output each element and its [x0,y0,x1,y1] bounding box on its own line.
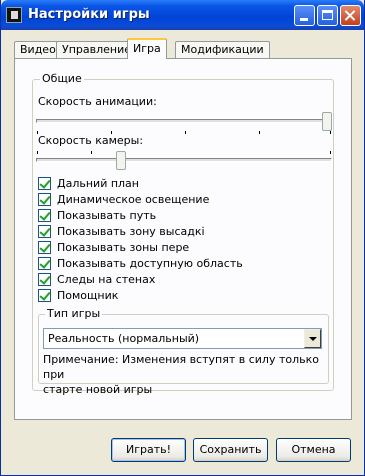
tab-video[interactable]: Видео [14,41,62,58]
checkbox-box[interactable] [38,177,51,190]
checkbox-box[interactable] [38,193,51,206]
general-group: Общие Скорость анимации: Скорость камеры… [32,72,334,396]
maximize-button[interactable] [317,5,338,26]
settings-window: Настройки игры Видео Управление Игра Мод… [0,0,365,476]
tab-controls[interactable]: Управление [56,41,138,58]
checkbox-label: Показывать зону высадкі [57,225,205,238]
slider-tick [185,131,186,134]
checkbox-label: Помощник [57,289,119,302]
checkbox-label: Следы на стенах [57,273,156,286]
tab-game[interactable]: Игра [127,38,167,59]
app-icon [6,7,22,23]
save-button[interactable]: Сохранить [193,438,268,462]
minimize-button[interactable] [294,5,315,26]
close-icon [341,6,360,25]
animation-speed-slider[interactable] [36,111,332,134]
play-button[interactable]: Играть! [111,438,186,462]
camera-speed-label: Скорость камеры: [38,134,144,147]
checkbox-box[interactable] [38,225,51,238]
chevron-down-icon[interactable] [304,329,321,348]
slider-thumb[interactable] [322,112,332,131]
checkbox-box[interactable] [38,273,51,286]
maximize-icon [322,10,333,20]
cancel-button[interactable]: Отмена [276,438,351,462]
animation-speed-label: Скорость анимации: [38,95,157,108]
window-title: Настройки игры [28,7,150,22]
note-line: старте новой игры [43,383,153,396]
checkbox-label: Динамическое освещение [57,193,210,206]
camera-speed-slider[interactable] [36,150,332,172]
slider-tick [91,151,92,154]
game-type-group: Тип игры Реальность (нормальный) Примеча… [38,307,329,396]
slider-tick [330,151,331,154]
slider-thumb[interactable] [116,151,126,170]
checkbox-box[interactable] [38,289,51,302]
checkbox-label: Дальний план [57,177,139,190]
game-type-legend: Тип игры [45,307,103,320]
checkbox-box[interactable] [38,241,51,254]
game-type-note: Примечание: Изменения вступят в силу тол… [43,352,328,397]
note-line: Примечание: Изменения вступят в силу тол… [43,353,319,381]
checkbox-label: Показывать доступную область [57,257,243,270]
checkbox-box[interactable] [38,209,51,222]
close-button[interactable] [340,5,361,26]
checkbox-box[interactable] [38,257,51,270]
game-type-value: Реальность (нормальный) [48,332,200,345]
checkbox-label: Показывать путь [57,209,157,222]
tab-mods[interactable]: Модификации [175,41,270,58]
general-legend: Общие [40,72,84,85]
title-bar[interactable]: Настройки игры [1,0,364,30]
tab-panel-game: Общие Скорость анимации: Скорость камеры… [14,58,352,420]
slider-track [36,119,332,123]
slider-track [36,158,332,162]
slider-tick [330,131,331,134]
slider-tick [37,151,38,154]
slider-tick [259,131,260,134]
checkbox-label: Показывать зоны пере [57,241,190,254]
minimize-icon [300,18,308,21]
game-type-select[interactable]: Реальность (нормальный) [43,328,322,349]
